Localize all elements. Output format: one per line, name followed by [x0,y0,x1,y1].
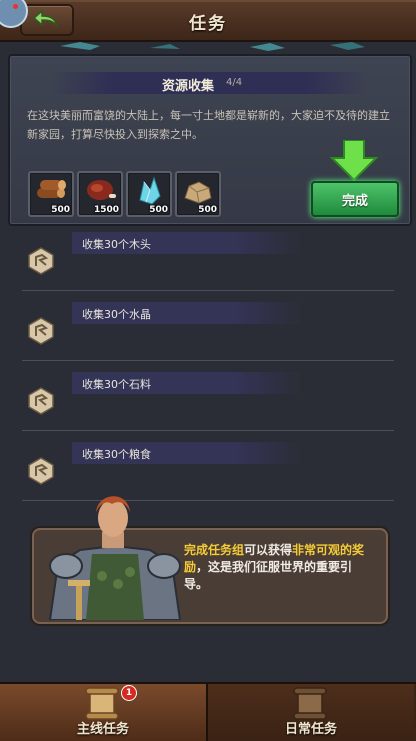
resource-count: 500 [149,205,168,215]
objective-row: 收集30个木头 [22,230,394,291]
top-bar: 任务 [0,0,416,42]
objective-label: 收集30个石料 [82,378,151,391]
meat-icon [87,180,116,200]
resource-slot-wood[interactable]: 500 [28,171,74,217]
page-title: 任务 [189,14,227,34]
scroll-icon [85,687,119,720]
quest-progress: 4/4 [226,77,243,88]
objective-badge-icon [28,457,54,485]
quest-title-bar: 资源收集 4/4 [50,72,370,94]
resource-slot-stone[interactable]: 500 [175,171,221,217]
tab-main-quest[interactable]: 1 主线任务 [0,684,208,741]
objective-label: 收集30个水晶 [82,308,151,321]
objective-bar: 收集30个粮食 [72,442,302,464]
objective-badge-icon [28,387,54,415]
objective-label: 收集30个木头 [82,238,151,251]
tab-daily-quest[interactable]: 日常任务 [208,684,414,741]
down-arrow-icon [329,140,379,182]
hint-normal: 可以获得 [244,543,293,557]
resource-count: 500 [198,205,217,215]
quest-description: 在这块美丽而富饶的大陆上，每一寸土地都是崭新的，大家迫不及待的建立新家园，打算尽… [27,109,390,141]
complete-button-label: 完成 [341,194,368,209]
objective-row: 收集30个水晶 [22,300,394,361]
hint-highlight: 完成任务组 [184,543,245,557]
objective-badge-icon [28,247,54,275]
objective-bar: 收集30个石料 [72,372,302,394]
objective-bar: 收集30个水晶 [72,302,302,324]
objective-badge-icon [28,317,54,345]
notification-badge: 1 [121,685,137,701]
hint-normal: ，这是我们征服世界的重要引导。 [184,560,353,591]
resource-slot-meat[interactable]: 1500 [77,171,123,217]
quest-card: 资源收集 4/4 在这块美丽而富饶的大陆上，每一寸土地都是崭新的，大家迫不及待的… [8,54,412,226]
objective-bar: 收集30个木头 [72,232,302,254]
hint-text: 完成任务组可以获得非常可观的奖励，这是我们征服世界的重要引导。 [184,542,376,593]
resource-count: 500 [51,205,70,215]
crystal-icon [139,176,161,205]
hero-character-icon [48,496,182,620]
quest-title: 资源收集 [162,79,215,94]
resource-count: 1500 [93,205,119,215]
wood-log-icon [37,180,66,198]
objective-row: 收集30个石料 [22,370,394,431]
scroll-icon [293,687,327,720]
tab-daily-label: 日常任务 [284,722,337,737]
complete-button[interactable]: 完成 [311,181,399,217]
tab-main-label: 主线任务 [76,722,129,737]
bottom-tab-bar: 1 主线任务 日常任务 [0,682,416,741]
resource-slot-crystal[interactable]: 500 [126,171,172,217]
objective-label: 收集30个粮食 [82,448,151,461]
stone-icon [184,181,212,204]
